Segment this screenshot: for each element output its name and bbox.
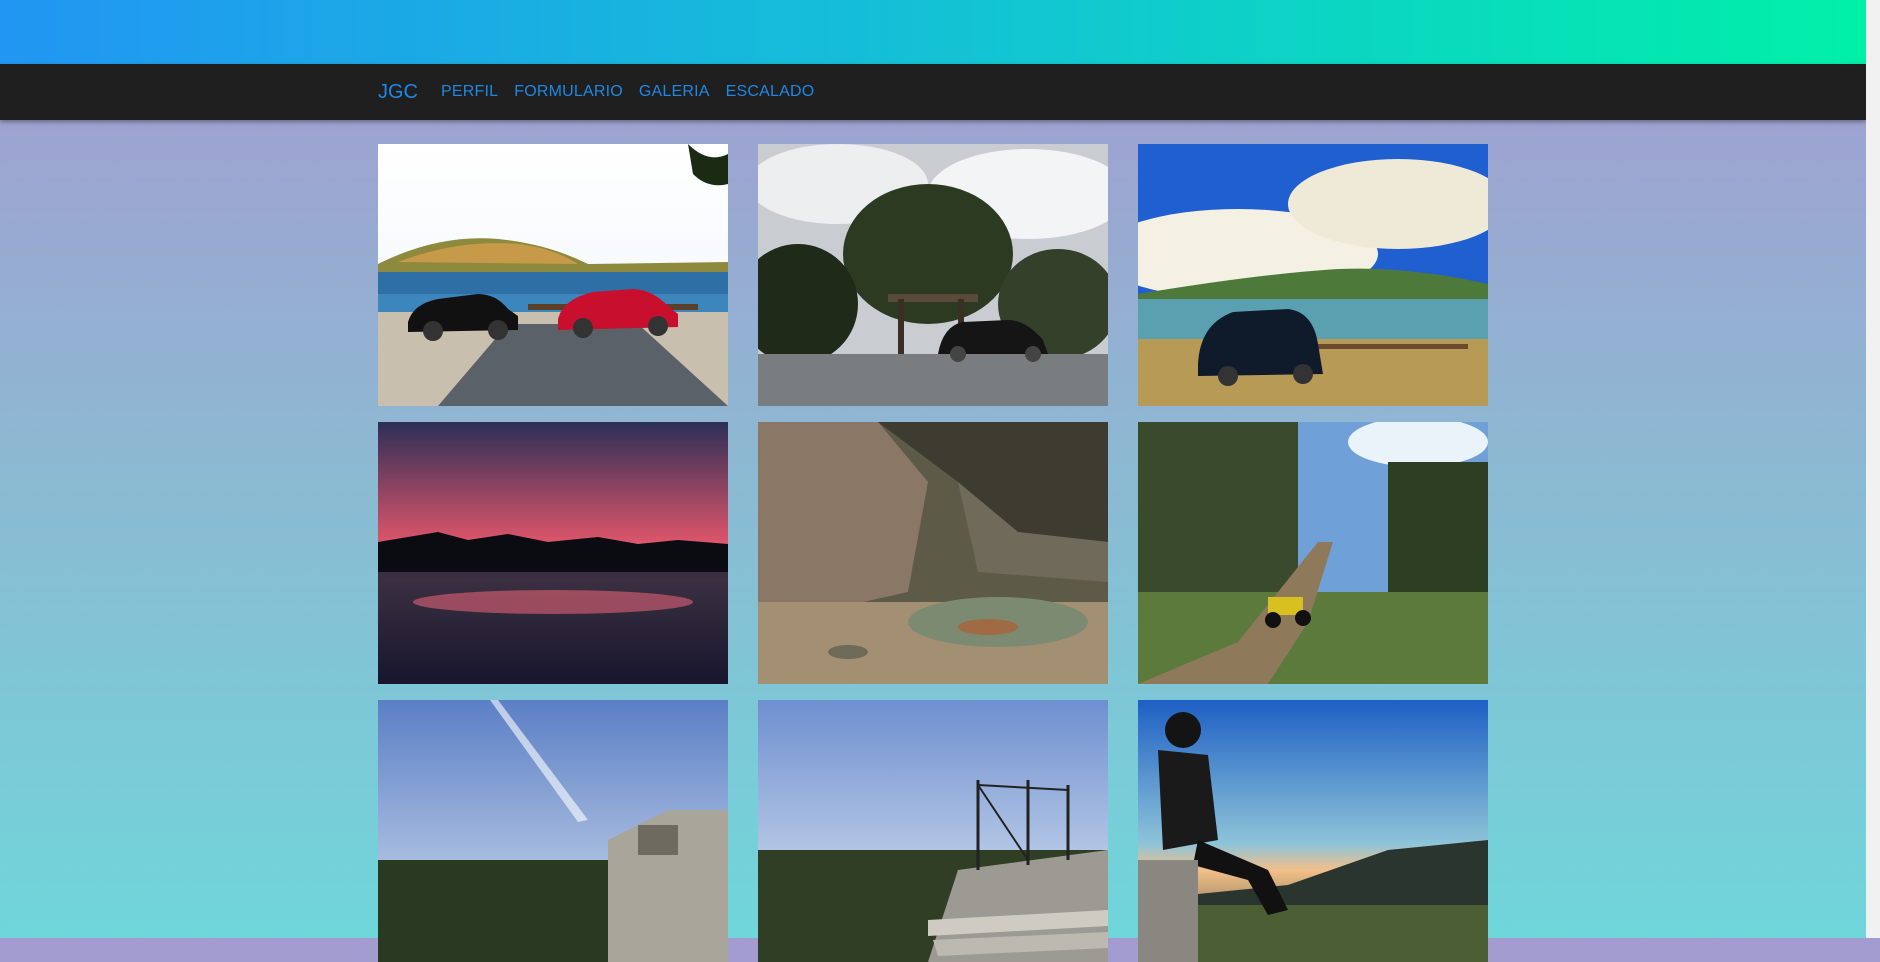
top-banner	[0, 0, 1866, 64]
quad-forest-image	[1138, 422, 1488, 684]
car-tree-image	[758, 144, 1108, 406]
nav-link-perfil[interactable]: PERFIL	[441, 83, 498, 101]
nav-link-galeria[interactable]: GALERIA	[639, 83, 710, 101]
gallery-photo-railing-steps[interactable]	[758, 700, 1108, 962]
gallery-photo-sunset-lake[interactable]	[378, 422, 728, 684]
gallery-photo-sky-concrete[interactable]	[378, 700, 728, 962]
nav-link-escalado[interactable]: ESCALADO	[726, 83, 815, 101]
photo-gallery	[378, 144, 1490, 962]
rocks-stream-image	[758, 422, 1108, 684]
gallery-photo-car-tree[interactable]	[758, 144, 1108, 406]
navbar: JGC PERFIL FORMULARIO GALERIA ESCALADO	[0, 64, 1866, 120]
railing-steps-image	[758, 700, 1108, 962]
brand-link[interactable]: JGC	[378, 81, 418, 104]
nav-link-formulario[interactable]: FORMULARIO	[514, 83, 623, 101]
gallery-photo-quad-forest[interactable]	[1138, 422, 1488, 684]
gallery-photo-rocks-stream[interactable]	[758, 422, 1108, 684]
sunset-lake-image	[378, 422, 728, 684]
gallery-photo-person-sunset[interactable]	[1138, 700, 1488, 962]
cars-lake-image	[378, 144, 728, 406]
sky-concrete-image	[378, 700, 728, 962]
vertical-scrollbar[interactable]	[1866, 0, 1880, 938]
person-sunset-image	[1138, 700, 1488, 962]
gallery-photo-car-coast[interactable]	[1138, 144, 1488, 406]
nav-links: PERFIL FORMULARIO GALERIA ESCALADO	[441, 83, 830, 101]
gallery-photo-cars-lake[interactable]	[378, 144, 728, 406]
car-coast-image	[1138, 144, 1488, 406]
